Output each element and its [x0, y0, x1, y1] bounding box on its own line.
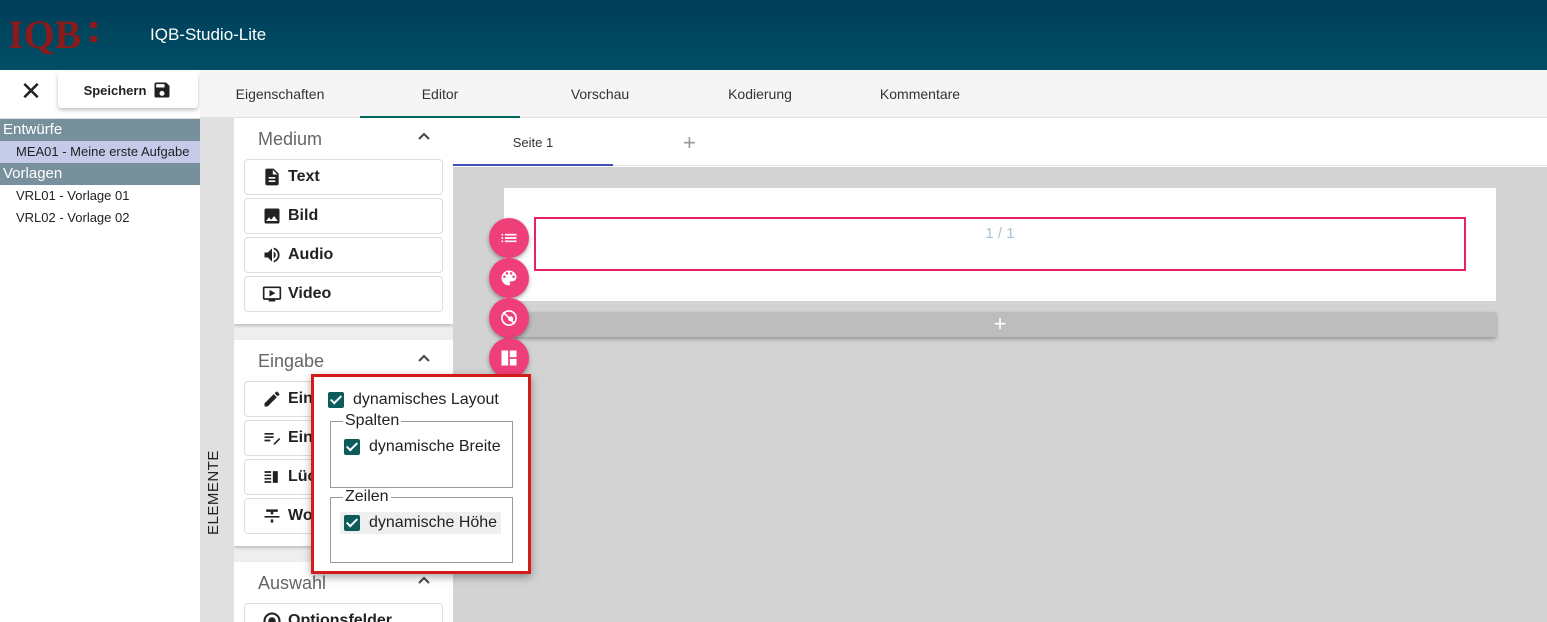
columns-fieldset: Spalten dynamische Breite [330, 412, 513, 488]
unit-item-vrl02[interactable]: VRL02 - Vorlage 02 [0, 207, 200, 229]
page-tabs: Seite 1 + [453, 118, 1547, 166]
unit-item-vrl01[interactable]: VRL01 - Vorlage 01 [0, 185, 200, 207]
tab-editor[interactable]: Editor [360, 70, 520, 118]
section-layout-button[interactable] [489, 338, 529, 378]
svg-text:IQB: IQB [8, 12, 81, 54]
section-container[interactable]: 1 / 1 [534, 217, 1466, 271]
video-icon [262, 286, 282, 302]
save-icon [154, 82, 170, 98]
tab-kommentare[interactable]: Kommentare [840, 70, 1000, 118]
element-word-label: Wo [288, 507, 313, 524]
app-header: IQB IQB-Studio-Lite [0, 0, 1547, 70]
section-style-button[interactable] [489, 258, 529, 298]
add-section-button[interactable]: + [504, 312, 1496, 337]
unit-list: Entwürfe MEA01 - Meine erste Aufgabe Vor… [0, 118, 200, 622]
element-radio-label: Optionsfelder [288, 612, 393, 622]
strikethrough-icon [264, 509, 280, 523]
edit-note-icon [264, 433, 281, 445]
dynamic-layout-label: dynamisches Layout [353, 391, 499, 408]
save-button[interactable]: Speichern [58, 72, 198, 108]
element-video-label: Video [288, 285, 332, 302]
dynamic-height-label: dynamische Höhe [369, 514, 498, 531]
section-visibility-button[interactable] [489, 298, 529, 338]
section-templates: Vorlagen [0, 163, 200, 185]
group-input-title: Eingabe [258, 351, 325, 371]
dynamic-layout-checkbox[interactable] [328, 392, 344, 408]
chevron-up-icon[interactable] [417, 130, 431, 144]
element-text-field-label: Ein [288, 390, 313, 407]
palette-icon [501, 270, 517, 286]
element-image-label: Bild [288, 207, 319, 224]
group-medium-title: Medium [258, 129, 323, 149]
dynamic-width-label: dynamische Breite [369, 438, 501, 455]
volume-icon [264, 247, 280, 263]
tab-eigenschaften[interactable]: Eigenschaften [200, 70, 360, 118]
iqb-logo: IQB [8, 12, 97, 54]
text-document-icon [265, 168, 279, 186]
group-medium: Medium Text Bild Audio Video [234, 118, 453, 324]
add-page-button[interactable]: + [683, 130, 696, 156]
save-label: Speichern [83, 82, 147, 98]
element-video-button[interactable]: Video [244, 276, 443, 312]
dashboard-icon [501, 350, 517, 366]
close-button[interactable]: ✕ [18, 78, 44, 104]
image-icon [264, 208, 280, 224]
section-menu-button[interactable] [489, 218, 529, 258]
chevron-up-icon[interactable] [417, 574, 431, 588]
element-text-area-label: Ein [288, 429, 313, 446]
dynamic-layout-row[interactable]: dynamisches Layout [328, 391, 499, 409]
main-tabs: Eigenschaften Editor Vorschau Kodierung … [200, 70, 1547, 118]
element-text-label: Text [288, 168, 320, 185]
radio-button-icon [263, 612, 281, 622]
group-selection-title: Auswahl [258, 573, 327, 593]
chevron-up-icon[interactable] [417, 352, 431, 366]
pencil-icon [264, 391, 280, 407]
tab-page-1[interactable]: Seite 1 [453, 118, 613, 166]
dynamic-height-checkbox[interactable] [344, 515, 360, 531]
element-radio-button[interactable]: Optionsfelder [244, 603, 443, 622]
element-text-button[interactable]: Text [244, 159, 443, 195]
elements-label: ELEMENTE [205, 450, 222, 535]
unit-item-mea01[interactable]: MEA01 - Meine erste Aufgabe [0, 141, 200, 163]
section-counter: 1 / 1 [985, 225, 1015, 242]
dynamic-height-row[interactable]: dynamische Höhe [340, 512, 502, 534]
elements-strip[interactable] [200, 118, 234, 622]
list-icon [501, 233, 517, 243]
rows-legend: Zeilen [343, 488, 391, 506]
rows-fieldset: Zeilen dynamische Höhe [330, 488, 513, 563]
visibility-off-icon [501, 310, 517, 326]
section-drafts: Entwürfe [0, 119, 200, 141]
dynamic-width-row[interactable]: dynamische Breite [344, 438, 501, 456]
cloze-icon [264, 471, 278, 483]
element-audio-label: Audio [288, 246, 334, 263]
tab-kodierung[interactable]: Kodierung [680, 70, 840, 118]
element-audio-button[interactable]: Audio [244, 237, 443, 273]
layout-popup: dynamisches Layout Spalten dynamische Br… [311, 374, 531, 574]
app-title: IQB-Studio-Lite [150, 25, 267, 44]
element-image-button[interactable]: Bild [244, 198, 443, 234]
columns-legend: Spalten [343, 412, 402, 430]
tab-vorschau[interactable]: Vorschau [520, 70, 680, 118]
dynamic-width-checkbox[interactable] [344, 439, 360, 455]
